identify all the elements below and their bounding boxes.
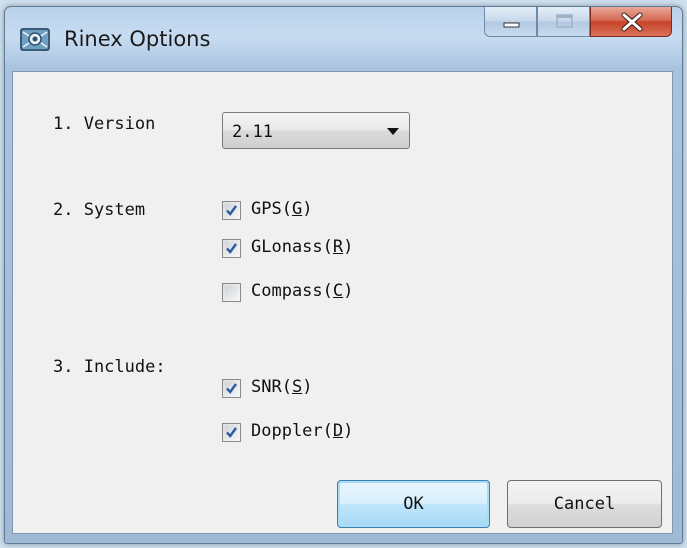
chevron-down-icon (387, 128, 399, 135)
maximize-button[interactable] (537, 7, 590, 37)
cancel-button[interactable]: Cancel (507, 480, 662, 528)
close-button[interactable] (590, 7, 672, 37)
checkmark-icon (226, 383, 237, 394)
glonass-checkbox[interactable] (222, 239, 241, 258)
window-title: Rinex Options (64, 27, 211, 51)
ok-button[interactable]: OK (337, 480, 490, 528)
doppler-checkbox[interactable] (222, 423, 241, 442)
snr-checkbox[interactable] (222, 379, 241, 398)
gps-checkbox[interactable] (222, 201, 241, 220)
system-label: 2. System (53, 200, 146, 220)
version-selected-value: 2.11 (232, 122, 273, 142)
compass-checkbox[interactable] (222, 283, 241, 302)
version-dropdown[interactable]: 2.11 (222, 112, 410, 149)
glonass-checkbox-label: GLonass(R) (251, 237, 354, 257)
dialog-client-area: 1. Version 2.11 2. System GPS(G) GLonass… (12, 71, 673, 534)
title-bar[interactable]: Rinex Options (5, 7, 682, 71)
minimize-button[interactable] (484, 7, 537, 37)
checkmark-icon (226, 427, 237, 438)
version-label: 1. Version (53, 114, 156, 134)
include-label: 3. Include: (53, 357, 166, 377)
doppler-checkbox-label: Doppler(D) (251, 421, 354, 441)
gps-checkbox-label: GPS(G) (251, 199, 313, 219)
maximize-icon (556, 14, 573, 28)
close-icon (621, 12, 643, 32)
checkmark-icon (226, 205, 237, 216)
compass-checkbox-label: Compass(C) (251, 281, 354, 301)
minimize-icon (503, 22, 520, 28)
satellite-app-icon (19, 25, 51, 53)
checkmark-icon (226, 243, 237, 254)
rinex-options-dialog: Rinex Options 1. Version 2.11 2. System … (4, 6, 683, 544)
snr-checkbox-label: SNR(S) (251, 377, 313, 397)
